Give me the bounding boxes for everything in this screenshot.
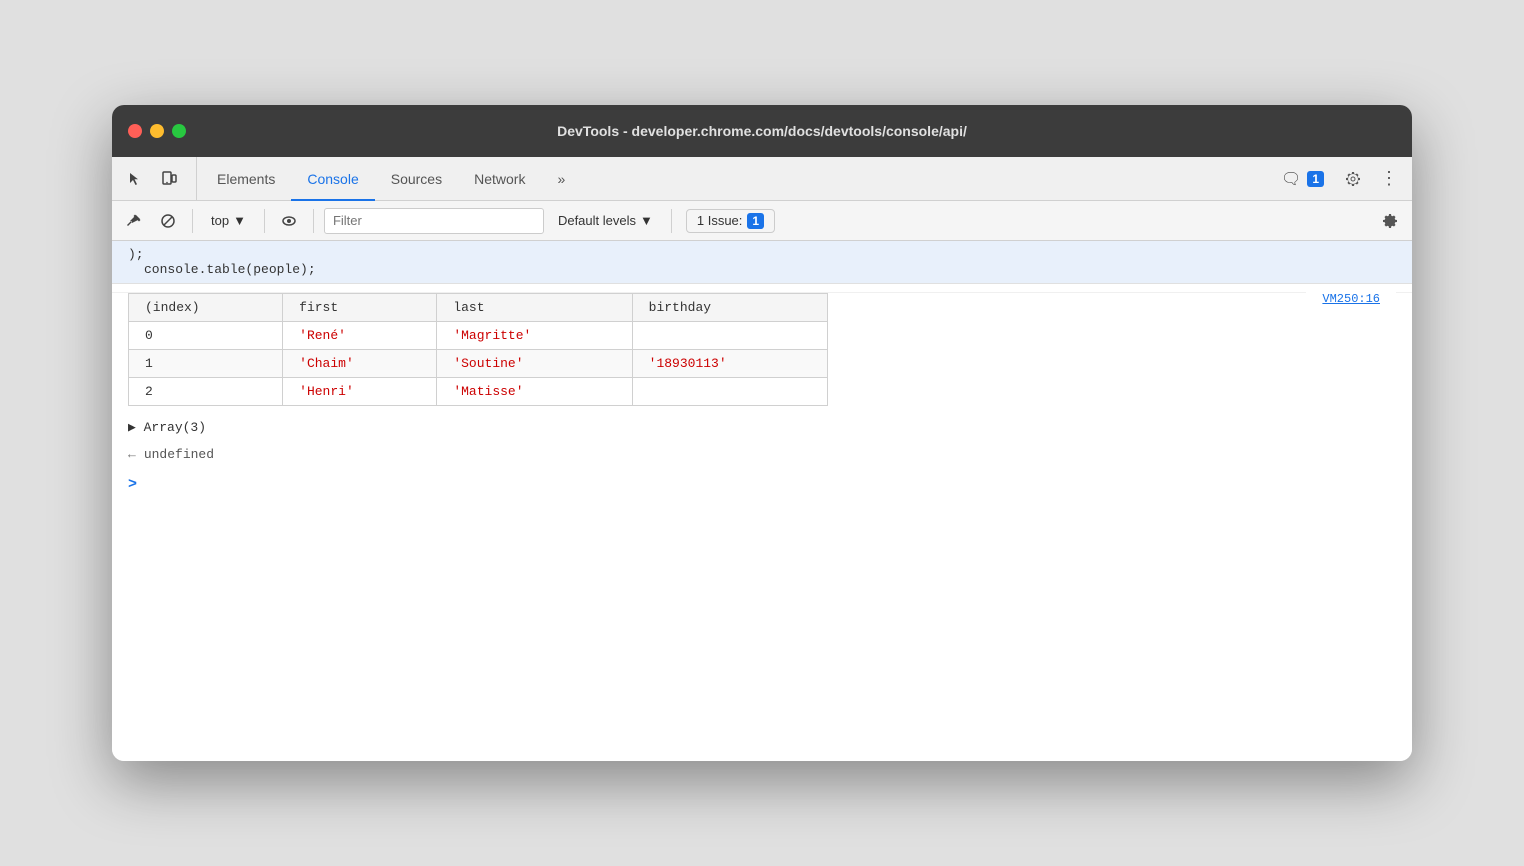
console-settings-button[interactable] [1376, 207, 1404, 235]
col-header-first: first [283, 294, 437, 322]
tab-console[interactable]: Console [291, 158, 374, 201]
issue-count-badge: 1 [747, 213, 764, 229]
traffic-lights [128, 124, 186, 138]
console-gear-icon [1382, 213, 1398, 229]
tab-network[interactable]: Network [458, 158, 541, 201]
clear-console-button[interactable] [120, 207, 148, 235]
cell-first: 'Chaim' [283, 350, 437, 378]
issues-counter-button[interactable]: 🗨 1 [1273, 165, 1332, 193]
filter-input[interactable] [324, 208, 544, 234]
tab-bar-right: 🗨 1 ⋮ [1273, 157, 1404, 200]
array-expand-button[interactable]: ▶ Array(3) [112, 414, 1412, 441]
cell-birthday [632, 322, 827, 350]
ban-icon [160, 213, 176, 229]
array-expand-label: ▶ Array(3) [128, 420, 206, 435]
console-toolbar: top ▼ Default levels ▼ 1 Issue: 1 [112, 201, 1412, 241]
code-line-1: ); console.table(people); [112, 241, 1412, 284]
issues-badge: 1 [1307, 171, 1324, 187]
device-icon [161, 171, 177, 187]
tab-more[interactable]: » [541, 158, 581, 201]
cell-last: 'Soutine' [437, 350, 632, 378]
maximize-button[interactable] [172, 124, 186, 138]
toolbar-divider-1 [192, 209, 193, 233]
eye-button[interactable] [275, 207, 303, 235]
gear-icon [1345, 171, 1361, 187]
tab-bar: Elements Console Sources Network » 🗨 1 [112, 157, 1412, 201]
table-row: 0'René''Magritte' [129, 322, 828, 350]
output-arrow-icon: ← [128, 447, 136, 462]
tab-bar-icons [120, 157, 197, 200]
minimize-button[interactable] [150, 124, 164, 138]
device-toolbar-button[interactable] [154, 164, 184, 194]
issues-button[interactable]: 1 Issue: 1 [686, 209, 775, 233]
context-dropdown-icon: ▼ [233, 213, 246, 228]
context-selector-button[interactable]: top ▼ [203, 210, 254, 231]
prompt-chevron-icon: > [128, 476, 137, 493]
undefined-text: undefined [144, 447, 214, 462]
toolbar-divider-4 [671, 209, 672, 233]
col-header-last: last [437, 294, 632, 322]
cursor-icon [127, 171, 143, 187]
cell-first: 'René' [283, 322, 437, 350]
table-row: 1'Chaim''Soutine''18930113' [129, 350, 828, 378]
toolbar-divider-3 [313, 209, 314, 233]
context-label: top [211, 213, 229, 228]
devtools-window: DevTools - developer.chrome.com/docs/dev… [112, 105, 1412, 761]
levels-dropdown-icon: ▼ [640, 213, 653, 228]
cell-first: 'Henri' [283, 378, 437, 406]
console-table-container: (index) first last birthday 0'René''Magr… [112, 293, 1412, 414]
title-bar: DevTools - developer.chrome.com/docs/dev… [112, 105, 1412, 157]
tab-sources[interactable]: Sources [375, 158, 458, 201]
cell-index: 0 [129, 322, 283, 350]
tab-list: Elements Console Sources Network » [201, 157, 1273, 200]
cell-index: 1 [129, 350, 283, 378]
clear-icon [126, 213, 142, 229]
cell-birthday [632, 378, 827, 406]
close-button[interactable] [128, 124, 142, 138]
console-prompt-line[interactable]: > [112, 468, 1412, 501]
vm-link[interactable]: VM250:16 [1306, 288, 1396, 310]
inspect-element-button[interactable] [120, 164, 150, 194]
cell-last: 'Magritte' [437, 322, 632, 350]
window-title: DevTools - developer.chrome.com/docs/dev… [557, 123, 967, 139]
vm-link-row: VM250:16 [112, 284, 1412, 293]
settings-button[interactable] [1338, 164, 1368, 194]
cell-index: 2 [129, 378, 283, 406]
more-options-button[interactable]: ⋮ [1374, 168, 1404, 189]
toolbar-divider-2 [264, 209, 265, 233]
table-row: 2'Henri''Matisse' [129, 378, 828, 406]
cell-birthday: '18930113' [632, 350, 827, 378]
undefined-output: ← undefined [112, 441, 1412, 468]
col-header-birthday: birthday [632, 294, 827, 322]
col-header-index: (index) [129, 294, 283, 322]
default-levels-button[interactable]: Default levels ▼ [550, 210, 661, 231]
ban-button[interactable] [154, 207, 182, 235]
console-table: (index) first last birthday 0'René''Magr… [128, 293, 828, 406]
console-output: ); console.table(people); VM250:16 (inde… [112, 241, 1412, 761]
tab-elements[interactable]: Elements [201, 158, 291, 201]
eye-icon [281, 213, 297, 229]
cell-last: 'Matisse' [437, 378, 632, 406]
